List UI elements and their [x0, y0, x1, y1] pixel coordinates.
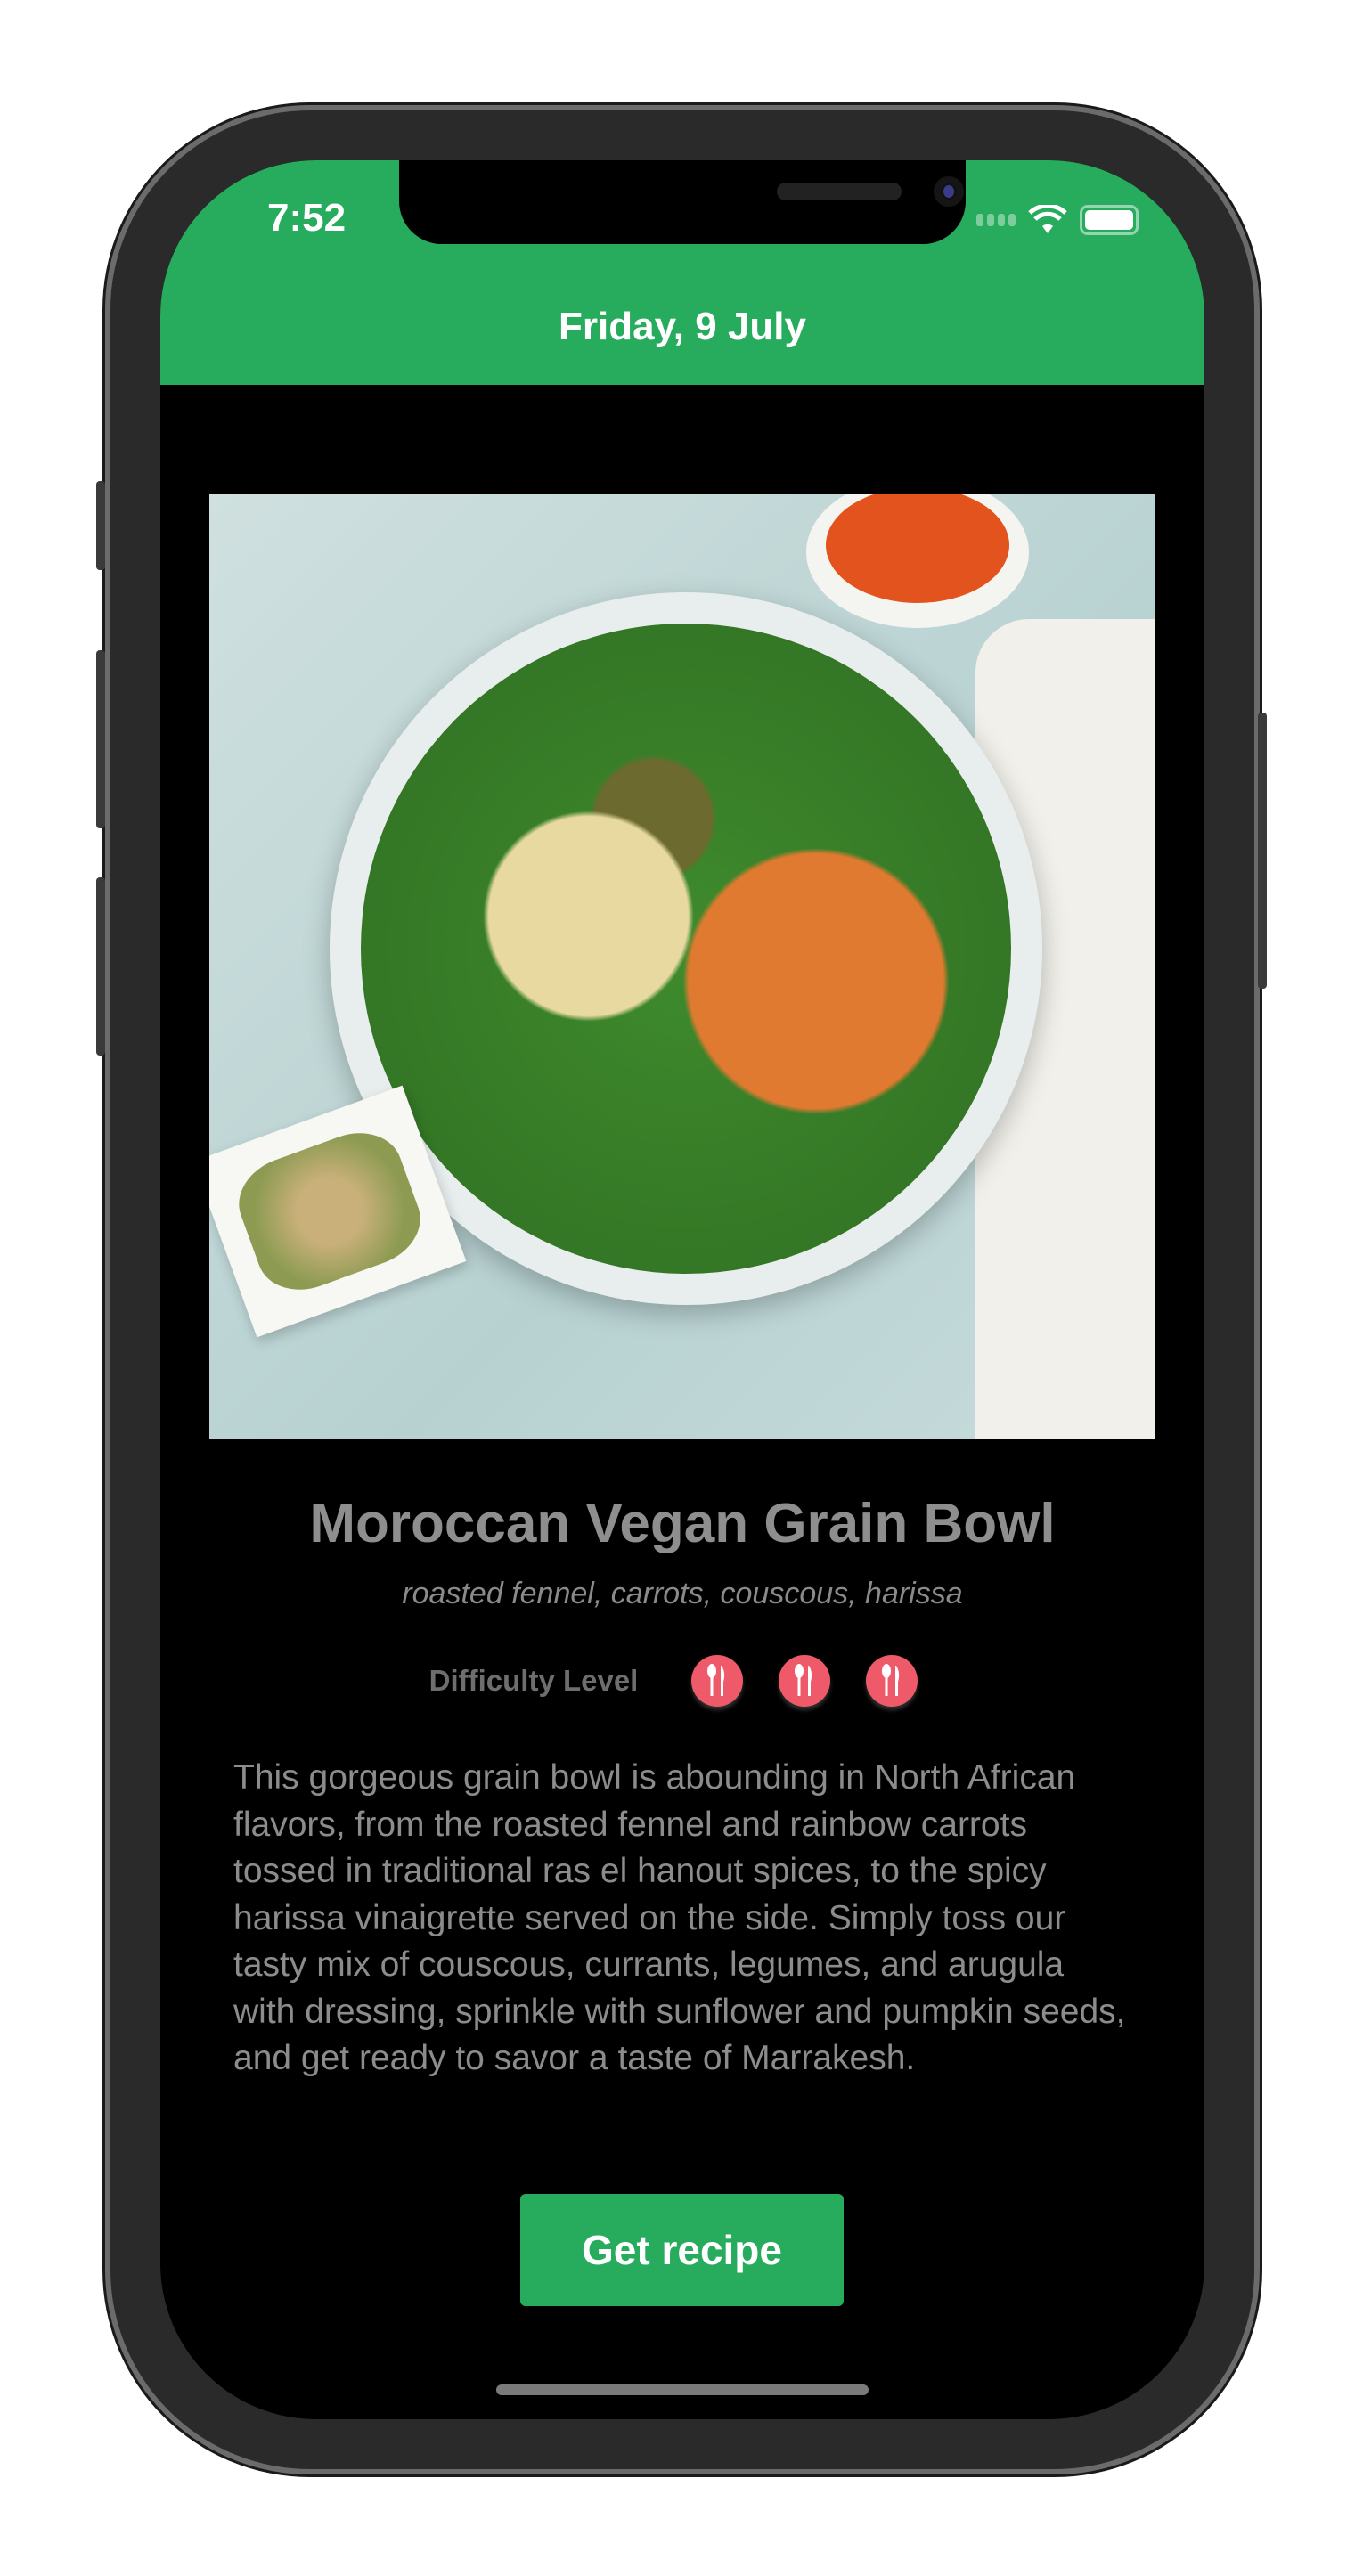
volume-down-button [96, 877, 105, 1056]
recipe-photo [209, 494, 1155, 1439]
get-recipe-button[interactable]: Get recipe [520, 2194, 844, 2306]
fork-knife-icon [691, 1655, 744, 1707]
status-time: 7:52 [267, 196, 347, 240]
fork-knife-icon [866, 1655, 918, 1707]
power-button [1258, 713, 1267, 989]
notch [399, 160, 966, 244]
recipe-title: Moroccan Vegan Grain Bowl [309, 1493, 1056, 1554]
wifi-icon [1028, 205, 1067, 233]
speaker-grille [777, 183, 902, 200]
difficulty-label: Difficulty Level [428, 1664, 639, 1697]
home-indicator[interactable] [496, 2384, 869, 2395]
recipe-description: This gorgeous grain bowl is abounding in… [233, 1758, 1126, 2077]
front-camera [934, 176, 964, 207]
volume-up-button [96, 650, 105, 828]
status-icons [976, 205, 1139, 235]
screen: 7:52 Friday, 9 July Moroccan Vegan Grain… [160, 160, 1204, 2419]
cellular-signal-icon [976, 214, 1016, 226]
battery-icon [1080, 205, 1139, 235]
recipe-subtitle: roasted fennel, carrots, couscous, haris… [402, 1577, 963, 1610]
fork-knife-icon [779, 1655, 831, 1707]
header-date: Friday, 9 July [559, 305, 806, 348]
harissa-bowl [806, 494, 1029, 628]
mute-switch [96, 481, 105, 570]
difficulty-row: Difficulty Level [160, 1655, 1204, 1707]
